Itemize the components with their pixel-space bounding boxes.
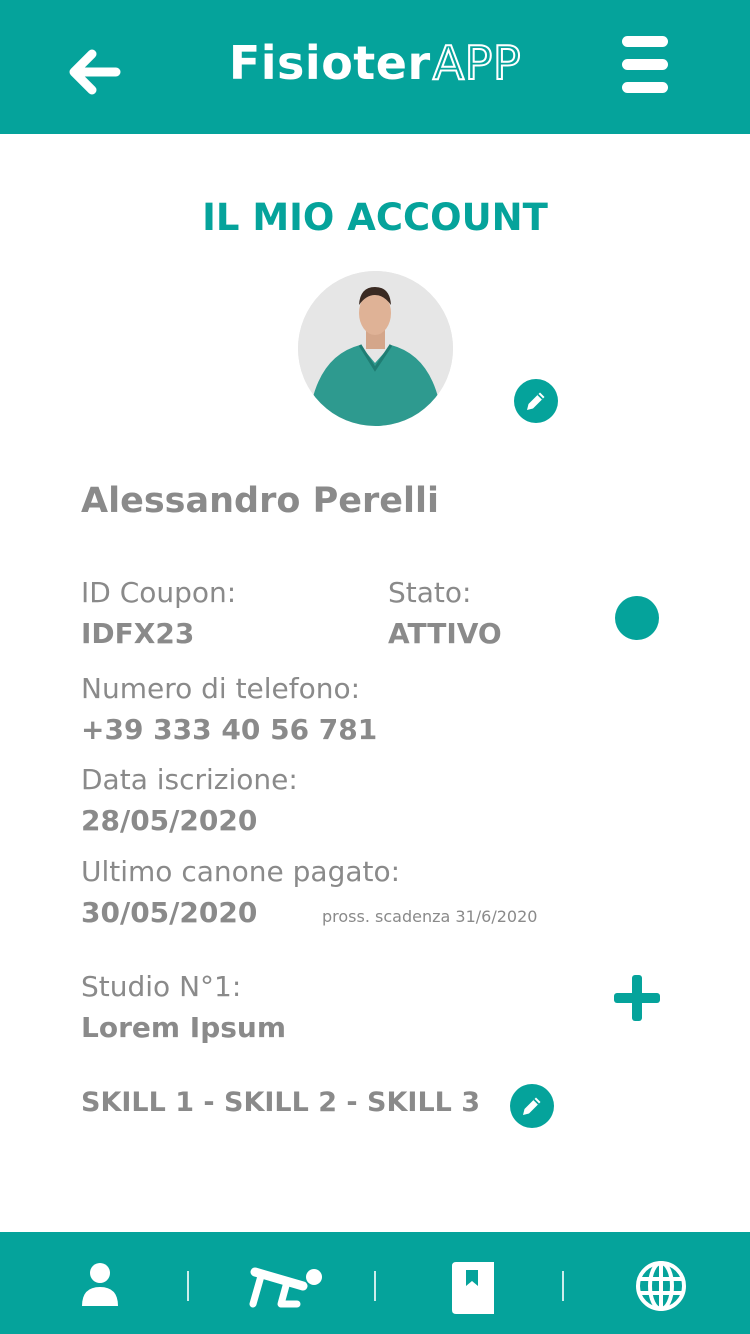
book-icon	[452, 1262, 494, 1314]
edit-skills-button[interactable]	[510, 1084, 554, 1128]
status-indicator	[615, 596, 659, 640]
nav-item-book[interactable]	[408, 1232, 538, 1334]
hamburger-menu-icon	[622, 82, 668, 93]
nav-item-globe[interactable]	[596, 1232, 726, 1334]
skills-list: SKILL 1 - SKILL 2 - SKILL 3	[81, 1087, 481, 1118]
next-due-date: pross. scadenza 31/6/2020	[322, 907, 538, 926]
pencil-icon	[527, 392, 545, 410]
hamburger-menu-icon	[622, 59, 668, 70]
pencil-icon	[523, 1097, 541, 1115]
plus-icon	[614, 993, 660, 1003]
status-label: Stato:	[388, 576, 472, 609]
signup-date-label: Data iscrizione:	[81, 763, 298, 796]
studio-label: Studio N°1:	[81, 970, 242, 1003]
exercise-icon	[249, 1267, 322, 1308]
nav-divider	[562, 1271, 564, 1301]
page-title: IL MIO ACCOUNT	[202, 196, 548, 239]
add-studio-button[interactable]	[612, 973, 662, 1023]
coupon-value: IDFX23	[81, 617, 195, 650]
brand-main: Fisioter	[228, 36, 431, 90]
user-name: Alessandro Perelli	[81, 481, 439, 521]
menu-button[interactable]	[622, 36, 670, 94]
nav-item-profile[interactable]	[35, 1232, 165, 1334]
profile-icon	[82, 1263, 118, 1306]
profile-photo	[298, 271, 453, 426]
brand-suffix: APP	[432, 35, 522, 91]
last-fee-value: 30/05/2020	[81, 896, 258, 929]
studio-value: Lorem Ipsum	[81, 1011, 287, 1044]
edit-photo-button[interactable]	[514, 379, 558, 423]
nav-divider	[374, 1271, 376, 1301]
nav-divider	[187, 1271, 189, 1301]
globe-icon	[636, 1261, 686, 1311]
bottom-nav	[0, 1232, 750, 1334]
avatar	[298, 271, 453, 426]
status-value: ATTIVO	[388, 617, 502, 650]
nav-item-exercises[interactable]	[222, 1232, 352, 1334]
last-fee-label: Ultimo canone pagato:	[81, 855, 401, 888]
hamburger-menu-icon	[622, 36, 668, 47]
phone-label: Numero di telefono:	[81, 672, 361, 705]
coupon-label: ID Coupon:	[81, 576, 237, 609]
phone-value: +39 333 40 56 781	[81, 713, 378, 746]
signup-date-value: 28/05/2020	[81, 804, 258, 837]
app-header: FisioterAPP	[0, 0, 750, 134]
